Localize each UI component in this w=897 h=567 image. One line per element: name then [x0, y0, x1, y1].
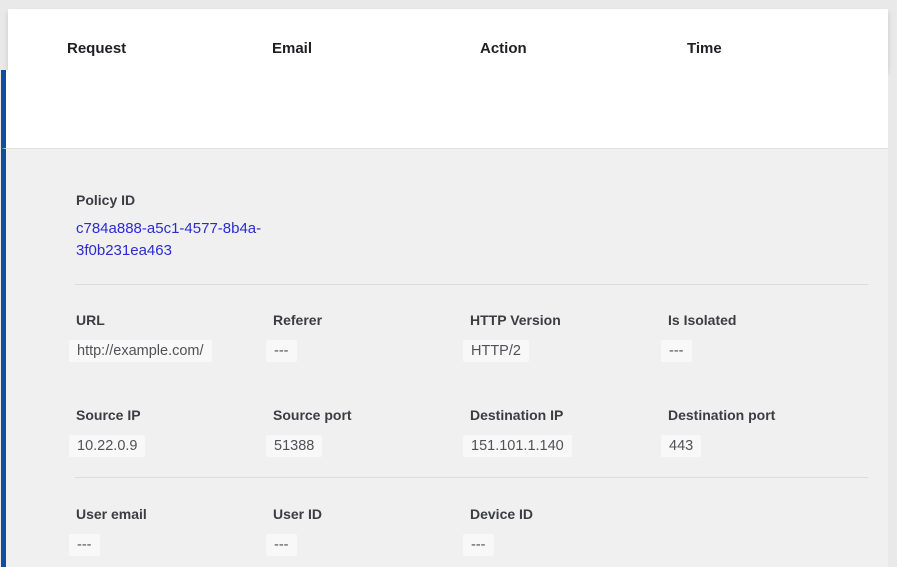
field-http-version: HTTP Version HTTP/2 [470, 312, 665, 362]
field-referer-value: --- [266, 340, 297, 362]
column-header-action: Action [480, 40, 527, 57]
column-header-request: Request [67, 40, 126, 57]
field-url-label: URL [76, 312, 271, 329]
field-source-ip-value: 10.22.0.9 [69, 435, 145, 457]
column-header-email: Email [272, 40, 312, 57]
policy-id-label: Policy ID [76, 192, 306, 209]
field-policy-id: Policy ID c784a888-a5c1-4577-8b4a-3f0b23… [76, 192, 306, 261]
detail-divider [75, 284, 868, 285]
field-http-version-label: HTTP Version [470, 312, 665, 329]
column-header-time: Time [687, 40, 722, 57]
field-destination-ip-label: Destination IP [470, 407, 665, 424]
field-user-id-value: --- [266, 534, 297, 556]
field-source-ip: Source IP 10.22.0.9 [76, 407, 271, 457]
field-device-id: Device ID --- [470, 506, 665, 556]
field-is-isolated-value: --- [661, 340, 692, 362]
log-row[interactable]: example.com BLOCK May 11 2022 • 10:29:31… [1, 70, 888, 148]
field-referer-label: Referer [273, 312, 468, 329]
field-referer: Referer --- [273, 312, 468, 362]
field-url-value: http://example.com/ [69, 340, 212, 362]
field-device-id-label: Device ID [470, 506, 665, 523]
field-user-email-label: User email [76, 506, 271, 523]
field-user-email: User email --- [76, 506, 271, 556]
table-header: Request Email Action Time [8, 9, 888, 70]
field-source-port: Source port 51388 [273, 407, 468, 457]
policy-id-link[interactable]: c784a888-a5c1-4577-8b4a-3f0b231ea463 [76, 218, 281, 261]
field-http-version-value: HTTP/2 [463, 340, 529, 362]
field-user-id: User ID --- [273, 506, 468, 556]
field-source-port-label: Source port [273, 407, 468, 424]
row-detail-panel: Policy ID c784a888-a5c1-4577-8b4a-3f0b23… [1, 148, 888, 567]
request-log-page: Request Email Action Time example.com BL… [0, 0, 897, 567]
field-is-isolated-label: Is Isolated [668, 312, 863, 329]
field-user-email-value: --- [69, 534, 100, 556]
field-device-id-value: --- [463, 534, 494, 556]
field-destination-ip: Destination IP 151.101.1.140 [470, 407, 665, 457]
field-destination-ip-value: 151.101.1.140 [463, 435, 572, 457]
field-source-ip-label: Source IP [76, 407, 271, 424]
detail-divider [75, 477, 868, 478]
field-user-id-label: User ID [273, 506, 468, 523]
field-is-isolated: Is Isolated --- [668, 312, 863, 362]
field-source-port-value: 51388 [266, 435, 322, 457]
field-destination-port-label: Destination port [668, 407, 863, 424]
field-destination-port: Destination port 443 [668, 407, 863, 457]
field-destination-port-value: 443 [661, 435, 701, 457]
field-url: URL http://example.com/ [76, 312, 271, 362]
